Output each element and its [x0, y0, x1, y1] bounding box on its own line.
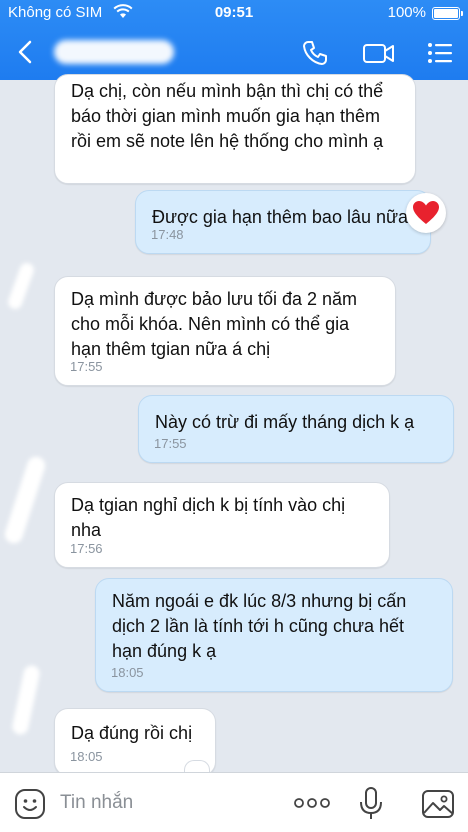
message-time: 18:05: [111, 665, 144, 680]
phone-icon[interactable]: [300, 38, 330, 68]
message-text: Được gia hạn thêm bao lâu nữa: [152, 207, 409, 227]
message-bubble-outgoing[interactable]: Này có trừ đi mấy tháng dịch k ạ 17:55: [138, 395, 454, 463]
message-text: Dạ đúng rồi chị: [71, 723, 193, 743]
status-bar: Không có SIM 09:51 100%: [0, 0, 468, 26]
menu-icon[interactable]: [425, 38, 455, 68]
message-input-bar: Tin nhắn: [0, 772, 468, 832]
nav-bar: [0, 26, 468, 80]
message-text: Này có trừ đi mấy tháng dịch k ạ: [155, 412, 415, 432]
message-time: 17:55: [154, 436, 187, 451]
message-text: Dạ tgian nghỉ dịch k bị tính vào chị nha: [71, 495, 346, 540]
redacted-avatar: [2, 454, 48, 546]
battery-percent: 100%: [387, 4, 426, 21]
redacted-avatar: [10, 664, 42, 736]
message-text: Dạ chị, còn nếu mình bận thì chị có thể …: [71, 81, 384, 151]
microphone-icon[interactable]: [358, 786, 384, 822]
battery-icon: [432, 7, 463, 20]
message-time: 17:55: [70, 359, 103, 374]
emoji-icon[interactable]: [14, 788, 46, 820]
message-list[interactable]: Dạ chị, còn nếu mình bận thì chị có thể …: [0, 74, 468, 776]
message-bubble-incoming[interactable]: Dạ chị, còn nếu mình bận thì chị có thể …: [54, 74, 416, 184]
message-time: 17:48: [151, 227, 184, 242]
video-camera-icon[interactable]: [362, 38, 396, 68]
back-icon[interactable]: [10, 36, 40, 68]
heart-icon: [413, 201, 439, 224]
message-text: Năm ngoái e đk lúc 8/3 nhưng bị cấn dịch…: [112, 591, 407, 661]
image-gallery-icon[interactable]: [421, 788, 455, 820]
message-time: 17:56: [70, 541, 103, 556]
heart-reaction[interactable]: [406, 193, 446, 233]
contact-name[interactable]: [54, 40, 174, 64]
message-bubble-incoming[interactable]: Dạ mình được bảo lưu tối đa 2 năm cho mỗ…: [54, 276, 396, 386]
message-bubble-incoming[interactable]: Dạ tgian nghỉ dịch k bị tính vào chị nha…: [54, 482, 390, 568]
message-bubble-outgoing[interactable]: Được gia hạn thêm bao lâu nữa 17:48: [135, 190, 431, 254]
message-input[interactable]: Tin nhắn: [60, 792, 133, 814]
more-options-icon[interactable]: [292, 793, 332, 813]
message-text: Dạ mình được bảo lưu tối đa 2 năm cho mỗ…: [71, 289, 358, 359]
chat-header: Không có SIM 09:51 100%: [0, 0, 468, 80]
redacted-avatar: [6, 261, 36, 311]
message-bubble-outgoing[interactable]: Năm ngoái e đk lúc 8/3 nhưng bị cấn dịch…: [95, 578, 453, 692]
message-time: 18:05: [70, 749, 103, 764]
